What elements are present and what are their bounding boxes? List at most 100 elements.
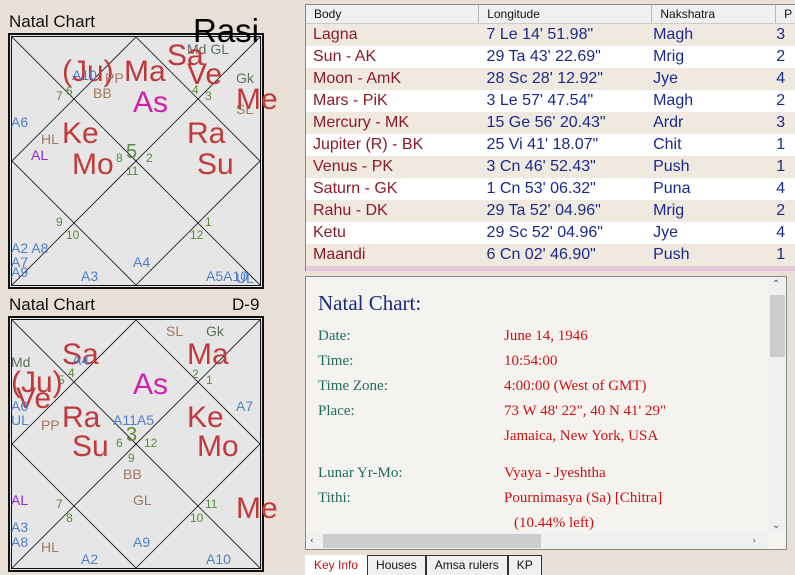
ascendant-label: As — [133, 86, 169, 119]
table-cell: 2 — [776, 202, 786, 219]
tab-amsa-rulers[interactable]: Amsa rulers — [425, 555, 508, 575]
info-label: Lunar Yr-Mo: — [318, 465, 403, 481]
planet-label: Mo — [197, 430, 239, 463]
house-number: 9 — [128, 451, 135, 465]
rasi-chart[interactable]: Md GL Sa (Ju) A10 PP Ma Ve Gk 7 6 BB As … — [8, 33, 264, 289]
house-number: 12 — [144, 436, 158, 450]
table-cell: Mars - PiK — [313, 92, 388, 109]
table-row[interactable]: Maandi 6 Cn 02' 46.90" Push 1 — [306, 244, 795, 266]
scroll-left-icon[interactable]: ‹ — [310, 534, 314, 546]
table-cell: 1 — [776, 136, 786, 153]
table-cell: 2 — [776, 48, 786, 65]
column-header-longitude[interactable]: Longitude — [479, 5, 653, 23]
arudha-label: A4 — [133, 254, 151, 270]
info-label: Place: — [318, 403, 355, 419]
chart-label: BB — [123, 466, 142, 482]
table-row[interactable]: Moon - AmK 28 Sc 28' 12.92" Jye 4 — [306, 68, 795, 90]
scrollbar-thumb[interactable] — [770, 295, 785, 357]
house-number: 2 — [192, 367, 199, 381]
table-cell: 3 — [776, 26, 786, 43]
house-number: 8 — [116, 151, 123, 165]
tab-houses[interactable]: Houses — [367, 555, 426, 575]
table-cell: Sun - AK — [313, 48, 377, 65]
chart-label: HL — [41, 131, 59, 147]
table-cell: 2 — [776, 92, 786, 109]
planet-label: Ke — [62, 117, 99, 150]
table-row[interactable]: Venus - PK 3 Cn 46' 52.43" Push 1 — [306, 156, 795, 178]
chart-label: GL — [133, 492, 152, 508]
house-number: 8 — [66, 511, 73, 525]
planet-table[interactable]: Body Longitude Nakshatra P Lagna 7 Le 14'… — [305, 4, 795, 271]
scroll-right-icon[interactable]: › — [752, 534, 756, 546]
info-title: Natal Chart: — [318, 291, 422, 315]
chart-label: PP — [105, 70, 124, 86]
table-row[interactable]: Mercury - MK 15 Ge 56' 20.43" Ardr 3 — [306, 112, 795, 134]
column-header-pada[interactable]: P — [776, 5, 795, 23]
table-cell: Moon - AmK — [313, 70, 402, 87]
table-row[interactable]: Lagna 7 Le 14' 51.98" Magh 3 — [306, 24, 795, 46]
navamsa-chart[interactable]: SL Gk Sa A4 Md Ma (Ju) Ve 5 4 2 1 As A6 … — [8, 316, 264, 572]
info-value: June 14, 1946 — [504, 328, 588, 344]
table-cell: 3 Le 57' 47.54" — [486, 92, 594, 109]
tab-kp[interactable]: KP — [507, 555, 542, 575]
table-cell: Maandi — [313, 246, 366, 263]
planet-label: Ma — [124, 55, 166, 88]
house-number: 2 — [146, 151, 153, 165]
tab-key-info[interactable]: Key Info — [305, 555, 368, 575]
house-number: 6 — [116, 436, 123, 450]
table-row[interactable]: Mars - PiK 3 Le 57' 47.54" Magh 2 — [306, 90, 795, 112]
info-value: Jamaica, New York, USA — [504, 428, 659, 444]
table-cell: 15 Ge 56' 20.43" — [486, 114, 606, 131]
arudha-label: A7 — [236, 398, 254, 414]
table-cell: Mercury - MK — [313, 114, 409, 131]
table-row-partial[interactable] — [306, 266, 795, 271]
table-row[interactable]: Ketu 29 Sc 52' 04.96" Jye 4 — [306, 222, 795, 244]
info-label: Date: — [318, 328, 351, 344]
column-header-nakshatra[interactable]: Nakshatra — [652, 5, 777, 23]
table-cell: 4 — [776, 180, 786, 197]
table-cell: Ardr — [653, 114, 684, 131]
chart-label: BB — [93, 85, 112, 101]
scroll-up-icon[interactable]: ⌃ — [772, 279, 780, 290]
planet-label: Ra — [62, 401, 101, 434]
vertical-scrollbar[interactable]: ⌃ ⌄ — [769, 277, 786, 533]
house-number: 1 — [205, 215, 212, 229]
arudha-label: A2 A8 — [11, 240, 49, 256]
arudha-label: UL — [11, 412, 29, 428]
table-cell: 4 — [776, 224, 786, 241]
table-cell: Mrig — [653, 202, 685, 219]
table-header: Body Longitude Nakshatra P — [306, 5, 795, 24]
house-number: 9 — [56, 215, 63, 229]
arudha-label: AL — [11, 492, 29, 508]
horizontal-scrollbar[interactable]: ‹ › — [306, 533, 768, 549]
table-cell: Magh — [653, 26, 694, 43]
table-row[interactable]: Jupiter (R) - BK 25 Vi 41' 18.07" Chit 1 — [306, 134, 795, 156]
info-label: Time Zone: — [318, 378, 388, 394]
tab-bar: Key Info Houses Amsa rulers KP — [305, 555, 542, 575]
planet-label: Me — [236, 83, 278, 116]
table-cell: 3 Cn 46' 52.43" — [486, 158, 596, 175]
table-cell: 1 — [776, 158, 786, 175]
info-label: Time: — [318, 353, 354, 369]
scroll-down-icon[interactable]: ⌄ — [772, 520, 780, 531]
table-cell: 6 Cn 02' 46.90" — [486, 246, 596, 263]
chart-label: Gk — [206, 323, 224, 339]
table-cell: 28 Sc 28' 12.92" — [486, 70, 603, 87]
info-value: 10:54:00 — [504, 353, 558, 369]
house-number: 1 — [206, 373, 213, 387]
arudha-label: A10 — [72, 67, 97, 83]
scrollbar-thumb[interactable] — [323, 534, 541, 548]
table-cell: 1 Cn 53' 06.32" — [486, 180, 596, 197]
table-row[interactable]: Rahu - DK 29 Ta 52' 04.96" Mrig 2 — [306, 200, 795, 222]
house-number: 10 — [66, 228, 80, 242]
column-header-body[interactable]: Body — [306, 5, 480, 23]
info-value: (10.44% left) — [514, 515, 594, 531]
table-cell: Puna — [653, 180, 691, 197]
info-value: 4:00:00 (West of GMT) — [504, 378, 647, 394]
table-row[interactable]: Sun - AK 29 Ta 43' 22.69" Mrig 2 — [306, 46, 795, 68]
table-row[interactable]: Saturn - GK 1 Cn 53' 06.32" Puna 4 — [306, 178, 795, 200]
table-cell: 29 Ta 52' 04.96" — [486, 202, 601, 219]
table-cell: Lagna — [313, 26, 358, 43]
arudha-label: A8 — [11, 534, 29, 550]
arudha-label: UL — [236, 270, 254, 286]
